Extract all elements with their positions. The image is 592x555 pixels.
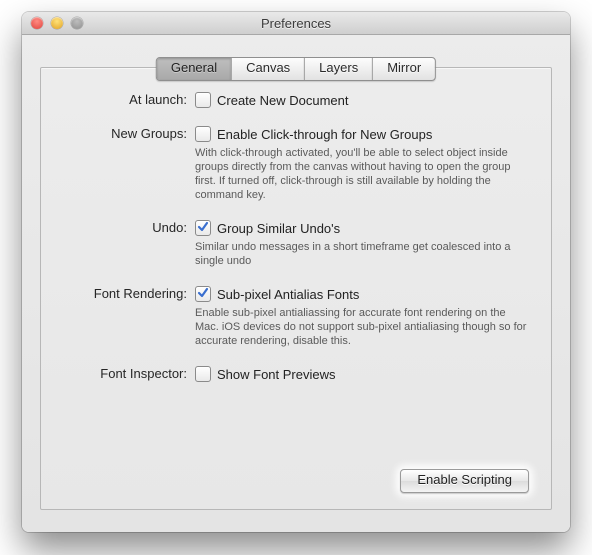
- tab-general[interactable]: General: [157, 58, 232, 80]
- tab-canvas[interactable]: Canvas: [232, 58, 305, 80]
- zoom-icon[interactable]: [71, 17, 83, 29]
- minimize-icon[interactable]: [51, 17, 63, 29]
- close-icon[interactable]: [31, 17, 43, 29]
- label-new-groups: New Groups:: [65, 126, 195, 202]
- row-font-inspector: Font Inspector: Show Font Previews: [65, 366, 527, 382]
- tab-layers[interactable]: Layers: [305, 58, 373, 80]
- tab-mirror[interactable]: Mirror: [373, 58, 435, 80]
- window-title: Preferences: [22, 16, 570, 31]
- row-new-groups: New Groups: Enable Click-through for New…: [65, 126, 527, 202]
- desc-undo: Similar undo messages in a short timefra…: [195, 240, 527, 268]
- window-controls: [31, 17, 83, 29]
- label-at-launch: At launch:: [65, 92, 195, 108]
- row-at-launch: At launch: Create New Document: [65, 92, 527, 108]
- checkbox-enable-click-through[interactable]: [195, 126, 211, 142]
- enable-scripting-button[interactable]: Enable Scripting: [400, 469, 529, 493]
- settings-list: At launch: Create New Document New Group…: [41, 68, 551, 402]
- row-undo: Undo: Group Similar Undo's Similar undo …: [65, 220, 527, 268]
- row-font-rendering: Font Rendering: Sub-pixel Antialias Font…: [65, 286, 527, 348]
- content-pane: General Canvas Layers Mirror At launch: …: [40, 67, 552, 510]
- checkbox-label-subpixel-antialias: Sub-pixel Antialias Fonts: [217, 287, 359, 302]
- preferences-window: Preferences General Canvas Layers Mirror…: [22, 12, 570, 532]
- tab-bar: General Canvas Layers Mirror: [156, 57, 436, 81]
- checkmark-icon: [197, 287, 209, 299]
- checkbox-subpixel-antialias[interactable]: [195, 286, 211, 302]
- label-font-rendering: Font Rendering:: [65, 286, 195, 348]
- label-undo: Undo:: [65, 220, 195, 268]
- desc-font-rendering: Enable sub-pixel antialiassing for accur…: [195, 306, 527, 348]
- checkmark-icon: [197, 221, 209, 233]
- checkbox-create-new-document[interactable]: [195, 92, 211, 108]
- checkbox-label-enable-click-through: Enable Click-through for New Groups: [217, 127, 432, 142]
- checkbox-label-group-similar-undos: Group Similar Undo's: [217, 221, 340, 236]
- checkbox-label-show-font-previews: Show Font Previews: [217, 367, 336, 382]
- checkbox-label-create-new-document: Create New Document: [217, 93, 349, 108]
- titlebar: Preferences: [22, 12, 570, 35]
- desc-new-groups: With click-through activated, you'll be …: [195, 146, 527, 202]
- label-font-inspector: Font Inspector:: [65, 366, 195, 382]
- checkbox-show-font-previews[interactable]: [195, 366, 211, 382]
- checkbox-group-similar-undos[interactable]: [195, 220, 211, 236]
